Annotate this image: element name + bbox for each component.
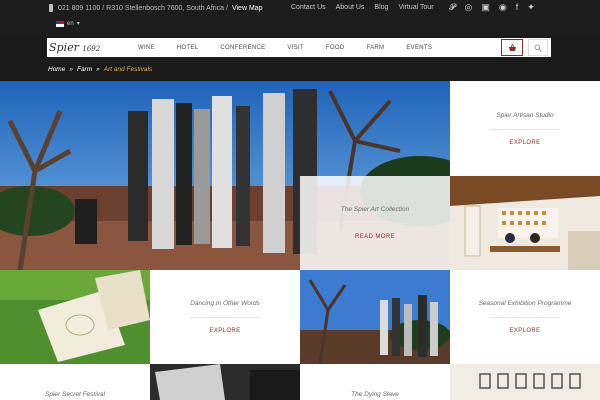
logo[interactable]: Spier 1692 xyxy=(47,41,111,54)
artisan-studio-image[interactable] xyxy=(450,176,600,270)
breadcrumb-home[interactable]: Home xyxy=(48,66,65,73)
us-flag-icon xyxy=(56,20,64,27)
logo-text: Spier xyxy=(49,41,79,54)
view-map-link[interactable]: View Map xyxy=(232,5,263,12)
secret-festival-card[interactable]: Spier Secret Festival xyxy=(0,364,150,400)
divider xyxy=(340,223,410,224)
art-collection-title: The Spier Art Collection xyxy=(340,206,410,213)
tripadvisor-icon[interactable]: ◎ xyxy=(465,2,473,13)
pinterest-icon[interactable]: 𝓟 xyxy=(449,2,456,13)
artisan-studio-explore-link[interactable]: EXPLORE xyxy=(509,140,540,146)
breadcrumb: Home » Farm » Art and Festivals xyxy=(48,66,152,73)
seasonal-explore-link[interactable]: EXPLORE xyxy=(509,328,540,334)
nav-item-food[interactable]: FOOD xyxy=(315,45,356,51)
breadcrumb-separator: » xyxy=(96,66,100,73)
search-button[interactable] xyxy=(528,39,548,56)
breadcrumb-current: Art and Festivals xyxy=(103,66,153,73)
language-selector[interactable]: en ▾ xyxy=(56,20,80,27)
top-link-contact[interactable]: Contact Us xyxy=(291,4,326,11)
facebook-icon[interactable]: f xyxy=(516,2,519,13)
contact-info: 021 809 1100 / R310 Stellenbosch 7600, S… xyxy=(48,4,263,12)
chevron-down-icon: ▾ xyxy=(76,21,80,27)
breadcrumb-separator: » xyxy=(69,66,73,73)
dying-slave-image[interactable] xyxy=(450,364,600,400)
cart-button[interactable] xyxy=(501,39,523,56)
phone-icon xyxy=(49,4,53,12)
nav-item-hotel[interactable]: HOTEL xyxy=(166,45,210,51)
seasonal-card[interactable]: Seasonal Exhibition Programme EXPLORE xyxy=(450,270,600,364)
divider xyxy=(490,128,560,130)
dancing-card[interactable]: Dancing In Other Words EXPLORE xyxy=(150,270,300,364)
top-bar: 021 809 1100 / R310 Stellenbosch 7600, S… xyxy=(0,0,600,35)
basket-icon xyxy=(508,43,516,51)
divider xyxy=(490,317,560,318)
nav-item-wine[interactable]: WINE xyxy=(127,45,166,51)
artisan-studio-card[interactable]: Spier Artisan Studio EXPLORE xyxy=(450,81,600,176)
dancing-title: Dancing In Other Words xyxy=(190,300,260,307)
logo-year: 1692 xyxy=(82,45,101,53)
dancing-image[interactable] xyxy=(0,270,150,364)
main-nav: WINE HOTEL CONFERENCE VISIT FOOD FARM EV… xyxy=(127,45,443,51)
secret-festival-image[interactable] xyxy=(150,364,300,400)
top-links: Contact Us About Us Blog Virtual Tour xyxy=(291,4,434,11)
contact-text: 021 809 1100 / R310 Stellenbosch 7600, S… xyxy=(58,4,228,12)
divider xyxy=(190,317,260,318)
language-label: en xyxy=(67,20,74,27)
seasonal-title: Seasonal Exhibition Programme xyxy=(478,300,572,307)
top-link-blog[interactable]: Blog xyxy=(374,4,388,11)
social-links: 𝓟 ◎ ▣ ◉ f ✦ xyxy=(449,2,535,13)
nav-item-farm[interactable]: FARM xyxy=(355,45,395,51)
art-collection-card[interactable]: The Spier Art Collection READ MORE xyxy=(300,176,450,270)
nav-item-visit[interactable]: VISIT xyxy=(276,45,315,51)
dancing-explore-link[interactable]: EXPLORE xyxy=(209,328,240,334)
artisan-studio-title: Spier Artisan Studio xyxy=(496,111,554,119)
secret-festival-title: Spier Secret Festival xyxy=(45,391,105,398)
content-grid: The Spier Art Collection READ MORE Spier… xyxy=(0,81,600,400)
instagram-icon[interactable]: ◉ xyxy=(499,2,507,13)
top-link-about[interactable]: About Us xyxy=(336,4,365,11)
dying-slave-title: The Dying Slave xyxy=(351,391,399,398)
search-icon xyxy=(534,44,542,52)
breadcrumb-farm[interactable]: Farm xyxy=(77,66,92,73)
nav-item-conference[interactable]: CONFERENCE xyxy=(209,45,276,51)
twitter-icon[interactable]: ✦ xyxy=(527,2,535,13)
nav-item-events[interactable]: EVENTS xyxy=(395,45,443,51)
main-navbar: Spier 1692 WINE HOTEL CONFERENCE VISIT F… xyxy=(47,38,551,57)
art-collection-read-more-link[interactable]: READ MORE xyxy=(355,234,395,240)
youtube-icon[interactable]: ▣ xyxy=(481,2,490,13)
seasonal-exhibition-image[interactable] xyxy=(300,270,450,364)
top-link-virtual-tour[interactable]: Virtual Tour xyxy=(398,4,433,11)
dying-slave-card[interactable]: The Dying Slave xyxy=(300,364,450,400)
